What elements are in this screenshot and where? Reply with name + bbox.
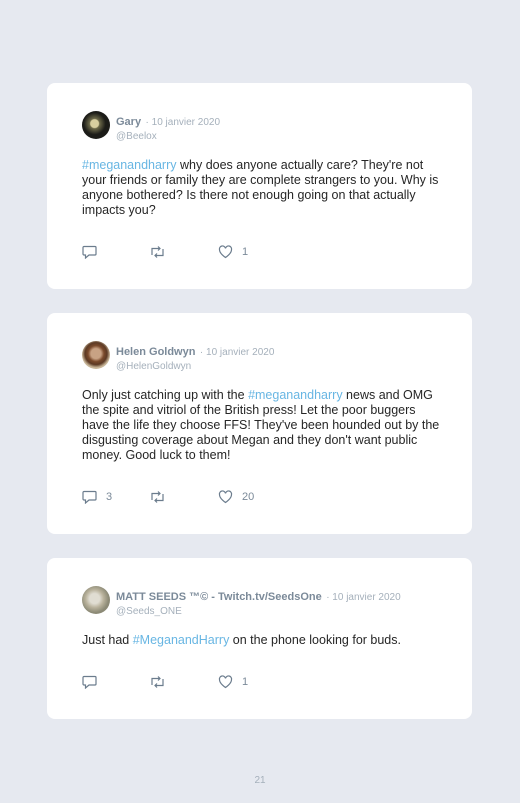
page-number: 21 [254,775,266,786]
retweet-button[interactable] [149,245,166,259]
reply-button[interactable] [82,245,106,259]
heart-icon [218,675,233,689]
tweet-text-segment: on the phone looking for buds. [229,633,401,647]
tweet-card: Gary · 10 janvier 2020 @Beelox #meganand… [47,83,472,289]
author-handle[interactable]: @Seeds_ONE [116,606,401,617]
avatar[interactable] [82,111,110,139]
avatar[interactable] [82,586,110,614]
reply-icon [82,245,97,259]
tweet-text-segment: Just had [82,633,133,647]
retweet-button[interactable] [149,490,166,504]
like-button[interactable]: 1 [218,675,248,689]
like-count: 20 [242,491,255,503]
retweet-button[interactable] [149,675,166,689]
heart-icon [218,490,233,504]
author-handle[interactable]: @HelenGoldwyn [116,361,274,372]
hashtag-link[interactable]: #MeganandHarry [133,633,230,647]
like-button[interactable]: 20 [218,490,254,504]
like-count: 1 [242,676,249,688]
reply-icon [82,490,97,504]
like-count: 1 [242,246,249,258]
tweet-text: Just had #MeganandHarry on the phone loo… [82,633,442,648]
tweet-text: #meganandharry why does anyone actually … [82,158,442,218]
author-name[interactable]: MATT SEEDS ™© - Twitch.tv/SeedsOne [116,591,322,603]
hashtag-link[interactable]: #meganandharry [82,158,177,172]
retweet-icon [151,491,164,503]
reply-count: 3 [106,491,113,503]
hashtag-link[interactable]: #meganandharry [248,388,343,402]
heart-icon [218,245,233,259]
tweet-date[interactable]: · 10 janvier 2020 [146,117,221,128]
retweet-icon [151,676,164,688]
reply-button[interactable] [82,675,106,689]
tweet-text-segment: Only just catching up with the [82,388,249,402]
reply-button[interactable]: 3 [82,490,112,504]
tweet-date[interactable]: · 10 janvier 2020 [326,592,401,603]
author-handle[interactable]: @Beelox [116,131,220,142]
tweet-card: Helen Goldwyn · 10 janvier 2020 @HelenGo… [47,313,472,534]
author-name[interactable]: Helen Goldwyn [116,346,195,358]
reply-icon [82,675,97,689]
avatar[interactable] [82,341,110,369]
retweet-icon [151,246,164,258]
tweet-card: MATT SEEDS ™© - Twitch.tv/SeedsOne · 10 … [47,558,472,719]
author-name[interactable]: Gary [116,116,141,128]
like-button[interactable]: 1 [218,245,248,259]
tweet-date[interactable]: · 10 janvier 2020 [200,347,275,358]
tweet-text: Only just catching up with the #meganand… [82,388,442,463]
